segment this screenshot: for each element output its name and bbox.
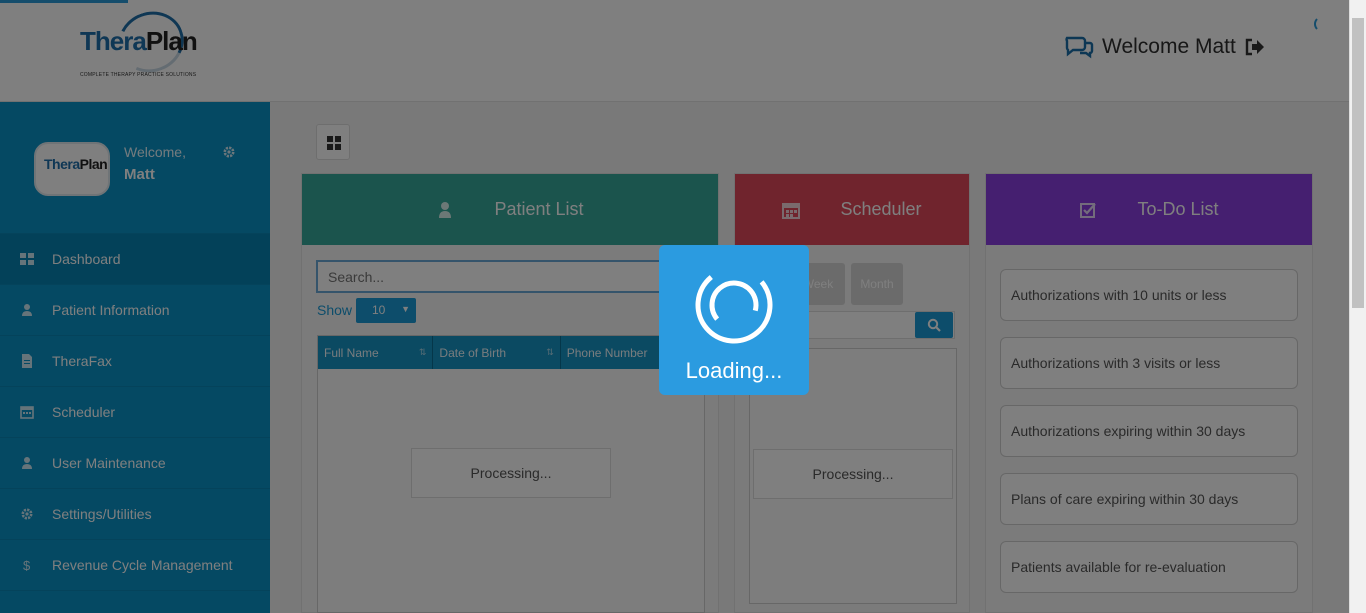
loading-spinner-icon (695, 266, 773, 344)
page-scrollbar[interactable] (1349, 0, 1366, 613)
loading-text: Loading... (685, 358, 783, 383)
scrollbar-thumb[interactable] (1352, 18, 1364, 308)
loading-dialog: Loading... (659, 245, 809, 395)
